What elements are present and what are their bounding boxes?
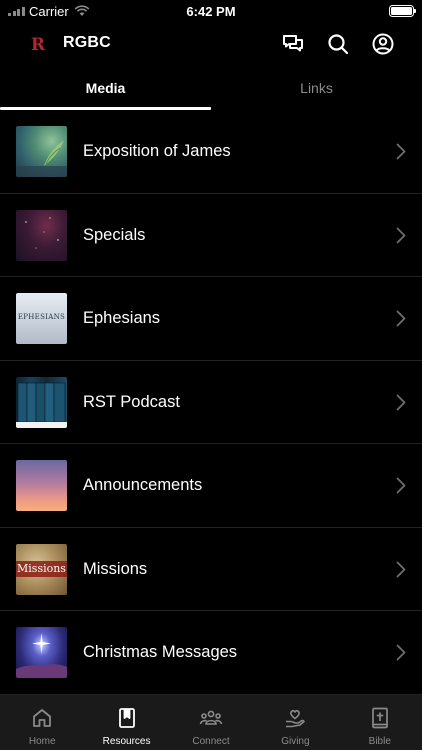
rgbc-logo-icon: R	[31, 35, 46, 54]
heart-hand-icon	[286, 709, 306, 728]
series-thumbnail	[16, 209, 67, 261]
series-thumbnail	[16, 126, 67, 177]
list-item-label: Specials	[83, 225, 146, 244]
list-item-ephesians[interactable]: EPHESIANS Ephesians	[0, 277, 422, 361]
bookmark-icon	[118, 708, 135, 728]
app-title: RGBC	[63, 34, 111, 51]
home-icon	[33, 709, 52, 727]
tab-connect[interactable]: Connect	[169, 695, 253, 750]
list-item-exposition-of-james[interactable]: Exposition of James	[0, 110, 422, 194]
list-item-label: Missions	[83, 559, 148, 578]
group-icon	[199, 710, 223, 725]
list-item-rst-podcast[interactable]: RST Podcast	[0, 361, 422, 444]
tab-label: Resources	[102, 736, 151, 747]
tab-bible[interactable]: Bible	[338, 695, 422, 750]
tab-giving[interactable]: Giving	[253, 695, 337, 750]
thumbnail-text: EPHESIANS	[17, 313, 66, 321]
tab-label: Connect	[192, 736, 230, 747]
list-item-label: Ephesians	[83, 309, 161, 327]
list-item-announcements[interactable]: Announcements	[0, 444, 422, 528]
tab-media[interactable]: Media	[0, 66, 211, 110]
chevron-right-icon	[396, 477, 406, 494]
chevron-right-icon	[396, 143, 406, 160]
status-bar: Carrier 6:42 PM	[0, 0, 422, 22]
chevron-right-icon	[396, 644, 406, 661]
tab-resources[interactable]: Resources	[84, 695, 168, 750]
clock: 6:42 PM	[186, 4, 236, 19]
bottom-tab-bar: Home Resources Connect Giving Bible	[0, 695, 422, 750]
list-item-christmas-messages[interactable]: Christmas Messages	[0, 611, 422, 695]
search-icon[interactable]	[326, 32, 350, 56]
chat-icon[interactable]	[281, 32, 305, 56]
tab-label: Home	[28, 736, 56, 747]
series-thumbnail	[16, 460, 67, 511]
svg-text:R: R	[31, 35, 46, 54]
series-thumbnail: EPHESIANS	[16, 293, 67, 344]
tab-label: Bible	[368, 736, 391, 747]
list-item-label: Announcements	[83, 476, 203, 494]
tab-home[interactable]: Home	[0, 695, 84, 750]
list-item-specials[interactable]: Specials	[0, 194, 422, 277]
app-header: R RGBC	[0, 22, 422, 66]
chevron-right-icon	[396, 310, 406, 327]
chevron-right-icon	[396, 227, 406, 243]
bible-icon	[371, 707, 388, 729]
segment-tabs: Media Links	[0, 66, 422, 110]
list-item-missions[interactable]: Missions Missions	[0, 528, 422, 611]
account-icon[interactable]	[371, 32, 395, 56]
tab-label: Giving	[281, 736, 310, 747]
thumbnail-text: Missions	[16, 560, 67, 577]
chevron-right-icon	[396, 394, 406, 410]
list-item-label: RST Podcast	[83, 392, 180, 411]
series-thumbnail	[16, 376, 67, 428]
series-thumbnail: Missions	[16, 543, 67, 595]
series-thumbnail	[16, 627, 67, 678]
tab-links[interactable]: Links	[211, 66, 422, 110]
media-list: Exposition of James Specials EPHESIANS E…	[0, 110, 422, 695]
list-item-label: Christmas Messages	[83, 643, 238, 661]
list-item-label: Exposition of James	[83, 142, 231, 160]
battery-icon	[389, 5, 416, 17]
chevron-right-icon	[396, 561, 406, 577]
